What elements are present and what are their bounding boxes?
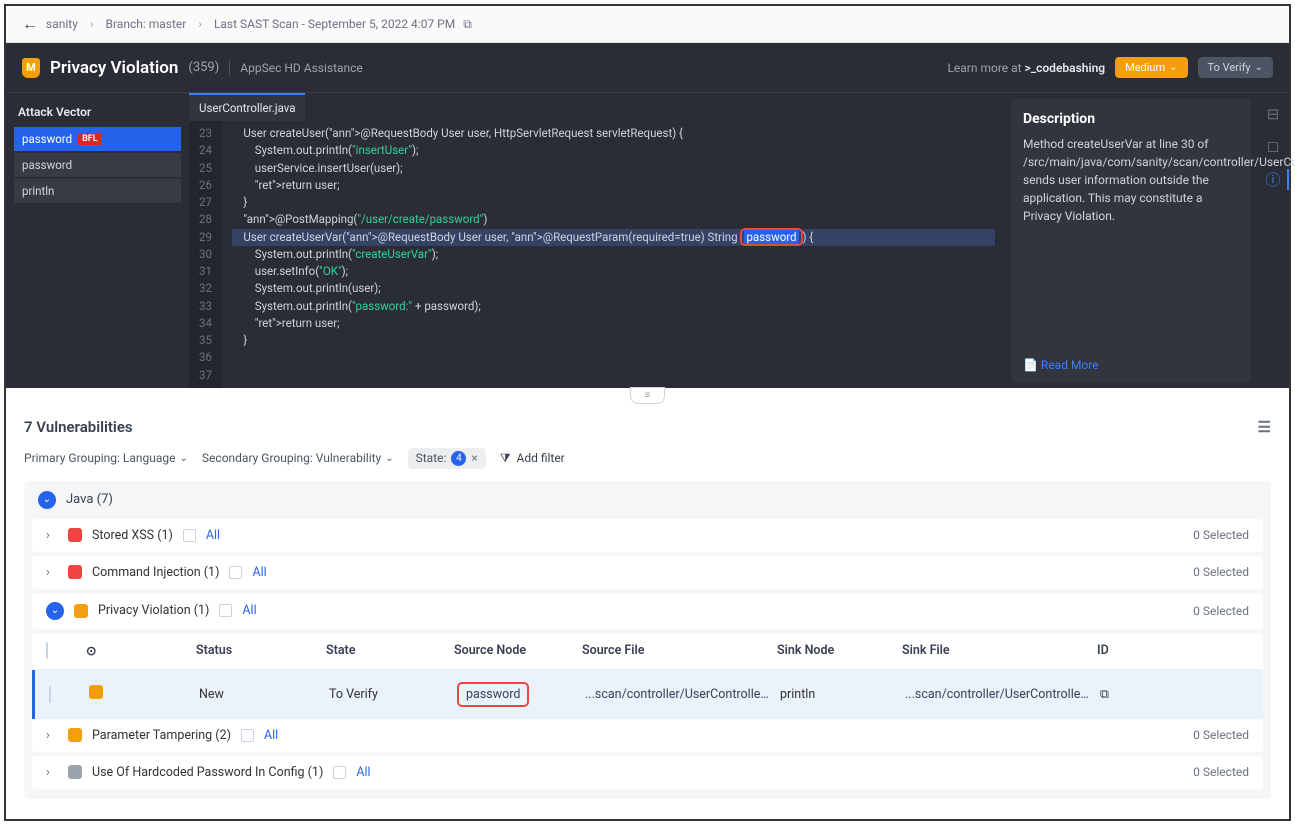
- col-id: ID: [1097, 643, 1249, 658]
- severity-shield-icon: M: [22, 58, 40, 78]
- breadcrumb-bar: ← sanity Branch: master Last SAST Scan -…: [6, 6, 1289, 43]
- collapse-lang-group-icon[interactable]: ⌄: [38, 491, 56, 509]
- vuln-name: Use Of Hardcoded Password In Config (1): [92, 765, 323, 780]
- selected-count: 0 Selected: [1193, 728, 1249, 742]
- read-more-link[interactable]: 📄 Read More: [1023, 358, 1099, 372]
- row-status: New: [199, 687, 319, 702]
- select-checkbox[interactable]: [229, 566, 242, 579]
- attack-vector-heading: Attack Vector: [14, 99, 181, 125]
- clear-state-filter-icon[interactable]: ×: [471, 451, 477, 465]
- secondary-grouping-dropdown[interactable]: Secondary Grouping: Vulnerability: [202, 451, 394, 465]
- attack-vector-item[interactable]: println: [14, 179, 181, 203]
- select-checkbox[interactable]: [241, 729, 254, 742]
- violation-header: M Privacy Violation (359) AppSec HD Assi…: [6, 43, 1289, 93]
- expand-icon[interactable]: ›: [46, 728, 58, 743]
- select-checkbox[interactable]: [219, 604, 232, 617]
- codebashing-link[interactable]: >_codebashing: [1025, 61, 1106, 75]
- attack-vector-item[interactable]: passwordBFL: [14, 127, 181, 151]
- add-filter-button[interactable]: ⧩ Add filter: [500, 451, 565, 466]
- resize-handle[interactable]: ≡: [630, 387, 666, 404]
- severity-icon: [74, 604, 88, 618]
- row-severity-icon: [89, 685, 103, 699]
- col-sink-node: Sink Node: [777, 643, 892, 658]
- severity-dropdown[interactable]: Medium: [1115, 57, 1187, 78]
- col-source-node: Source Node: [454, 643, 572, 658]
- learn-more-text: Learn more at >_codebashing: [947, 61, 1105, 75]
- violation-count: (359): [188, 60, 219, 75]
- select-checkbox[interactable]: [333, 766, 346, 779]
- vulnerabilities-heading: 7 Vulnerabilities: [24, 418, 133, 436]
- violation-title: Privacy Violation: [50, 58, 178, 78]
- select-all-link[interactable]: All: [356, 765, 370, 780]
- row-sink-file: ...scan/controller/UserController.java: [905, 687, 1090, 702]
- description-panel: Description Method createUserVar at line…: [1011, 99, 1251, 382]
- selected-count: 0 Selected: [1193, 565, 1249, 579]
- back-arrow-icon[interactable]: ←: [22, 14, 38, 34]
- col-severity[interactable]: ⊙: [86, 643, 186, 659]
- columns-icon[interactable]: ☰: [1258, 418, 1271, 436]
- header-checkbox[interactable]: [46, 642, 48, 659]
- vuln-group-row[interactable]: › Stored XSS (1) All 0 Selected: [32, 519, 1263, 552]
- attack-vector-item[interactable]: password: [14, 153, 181, 177]
- primary-grouping-dropdown[interactable]: Primary Grouping: Language: [24, 451, 188, 465]
- crumb-branch[interactable]: Branch: master: [105, 17, 186, 31]
- row-source-node: password: [457, 682, 529, 707]
- state-dropdown[interactable]: To Verify: [1198, 57, 1273, 78]
- expand-icon[interactable]: ›: [46, 765, 58, 780]
- vuln-group-row[interactable]: › Command Injection (1) All 0 Selected: [32, 556, 1263, 589]
- language-group-label[interactable]: Java (7): [66, 492, 113, 507]
- side-tab-2-icon[interactable]: ◻: [1267, 137, 1279, 155]
- code-viewer: UserController.java 23242526272829303132…: [189, 93, 1005, 388]
- row-copy-id-icon[interactable]: ⧉: [1100, 687, 1249, 702]
- table-header-row: ⊙ Status State Source Node Source File Sink N…: [32, 633, 1263, 670]
- expand-icon[interactable]: ›: [46, 565, 58, 580]
- vuln-name: Parameter Tampering (2): [92, 728, 231, 743]
- row-state: To Verify: [329, 687, 447, 702]
- description-heading: Description: [1023, 111, 1239, 127]
- file-tab[interactable]: UserController.java: [189, 93, 305, 121]
- selected-count: 0 Selected: [1193, 765, 1249, 779]
- select-all-link[interactable]: All: [242, 603, 256, 618]
- crumb-scan: Last SAST Scan - September 5, 2022 4:07 …: [214, 17, 455, 31]
- severity-icon: [68, 565, 82, 579]
- col-sink-file: Sink File: [902, 643, 1087, 658]
- col-source-file: Source File: [582, 643, 767, 658]
- vuln-group-row[interactable]: › Use Of Hardcoded Password In Config (1)…: [32, 756, 1263, 789]
- expand-icon[interactable]: ›: [46, 528, 58, 543]
- line-gutter: 232425262728293031323334353637: [189, 121, 222, 388]
- row-checkbox[interactable]: [49, 686, 51, 703]
- selected-count: 0 Selected: [1193, 604, 1249, 618]
- vuln-group-row[interactable]: ⌄ Privacy Violation (1) All 0 Selected: [32, 593, 1263, 629]
- severity-icon: [68, 765, 82, 779]
- select-checkbox[interactable]: [183, 529, 196, 542]
- side-tab-1-icon[interactable]: ⊟: [1267, 105, 1280, 123]
- select-all-link[interactable]: All: [264, 728, 278, 743]
- table-row[interactable]: New To Verify password ...scan/controller/U…: [32, 670, 1263, 719]
- col-state: State: [326, 643, 444, 658]
- row-sink-node: println: [780, 687, 895, 702]
- col-status: Status: [196, 643, 316, 658]
- code-body[interactable]: User createUser("ann">@RequestBody User …: [222, 121, 1005, 388]
- appsec-assist-link[interactable]: AppSec HD Assistance: [240, 61, 363, 75]
- row-source-file: ...scan/controller/UserController.java: [585, 687, 770, 702]
- severity-icon: [68, 528, 82, 542]
- side-tab-rail: ⊟ ◻ ⓘ: [1257, 93, 1289, 388]
- vuln-group-row[interactable]: › Parameter Tampering (2) All 0 Selected: [32, 719, 1263, 752]
- select-all-link[interactable]: All: [252, 565, 266, 580]
- description-text: Method createUserVar at line 30 of /src/…: [1023, 135, 1239, 225]
- vuln-name: Command Injection (1): [92, 565, 219, 580]
- copy-icon[interactable]: ⧉: [463, 17, 472, 32]
- side-tab-info-icon[interactable]: ⓘ: [1265, 169, 1288, 190]
- severity-icon: [68, 728, 82, 742]
- crumb-project[interactable]: sanity: [46, 17, 78, 31]
- selected-count: 0 Selected: [1193, 528, 1249, 542]
- state-filter-pill[interactable]: State: 4 ×: [408, 448, 486, 469]
- attack-vector-panel: Attack Vector passwordBFLpasswordprintln: [6, 93, 189, 388]
- select-all-link[interactable]: All: [206, 528, 220, 543]
- vuln-name: Stored XSS (1): [92, 528, 173, 543]
- vuln-name: Privacy Violation (1): [98, 603, 209, 618]
- collapse-icon[interactable]: ⌄: [46, 602, 64, 620]
